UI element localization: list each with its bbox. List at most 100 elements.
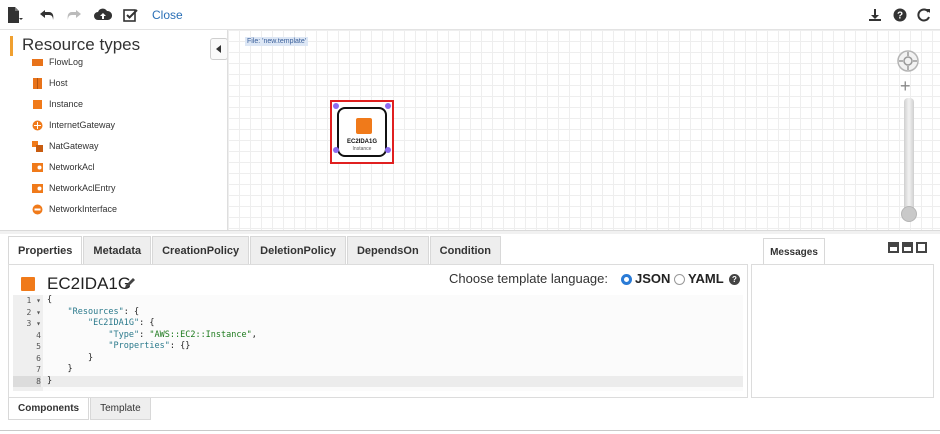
- resource-item-flowlog[interactable]: FlowLog: [32, 54, 83, 70]
- code-line: {: [47, 295, 53, 305]
- resource-item-label: NatGateway: [49, 141, 99, 151]
- line-number: 6: [36, 353, 41, 363]
- resource-item-label: Host: [49, 78, 68, 88]
- tab-components[interactable]: Components: [8, 398, 90, 420]
- layout-switcher: [888, 242, 927, 253]
- zoom-slider-track[interactable]: [904, 98, 914, 216]
- resize-handle-bottom-left[interactable]: [333, 147, 339, 153]
- nat-gateway-icon: [32, 140, 43, 152]
- tab-creationpolicy[interactable]: CreationPolicy: [152, 236, 250, 264]
- close-link[interactable]: Close: [152, 8, 183, 22]
- line-number: 7: [36, 365, 41, 374]
- resource-item-internetgateway[interactable]: InternetGateway: [32, 117, 115, 133]
- current-line-highlight: [43, 375, 743, 387]
- pan-control-icon[interactable]: [896, 49, 920, 73]
- messages-panel: [751, 264, 934, 398]
- resource-item-label: InternetGateway: [49, 120, 116, 130]
- line-number: 3 ▾: [26, 319, 41, 328]
- refresh-icon[interactable]: [914, 5, 934, 25]
- design-canvas[interactable]: File: 'new.template' EC2IDA1G Instance +: [228, 30, 940, 230]
- line-number: 5: [36, 342, 41, 351]
- yaml-radio-label[interactable]: YAML: [688, 271, 724, 286]
- code-editor[interactable]: 1 ▾ 2 ▾ 3 ▾ 4 5 6 7 8 { "Resources": { "…: [13, 295, 743, 391]
- resize-handle-top-right[interactable]: [385, 103, 391, 109]
- download-icon[interactable]: [865, 5, 885, 25]
- network-acl-icon: [32, 162, 43, 172]
- node-body: EC2IDA1G Instance: [337, 107, 387, 157]
- code-line: }: [67, 364, 73, 374]
- line-number: 2 ▾: [26, 307, 41, 317]
- ec2-instance-node[interactable]: EC2IDA1G Instance: [330, 100, 394, 164]
- resource-item-label: FlowLog: [49, 57, 84, 67]
- title-accent-bar: [10, 36, 13, 56]
- toolbar: Close ?: [0, 0, 940, 30]
- tab-properties[interactable]: Properties: [8, 236, 83, 264]
- node-type: Instance: [352, 146, 372, 152]
- panel-splitter[interactable]: [0, 230, 940, 234]
- cloud-upload-icon[interactable]: [93, 5, 113, 25]
- tab-template[interactable]: Template: [90, 398, 151, 420]
- tab-condition[interactable]: Condition: [429, 236, 501, 264]
- zoom-slider-knob[interactable]: [901, 206, 917, 222]
- layout-full-icon[interactable]: [916, 242, 927, 253]
- resource-item-label: NetworkInterface: [49, 204, 118, 214]
- instance-icon: [33, 99, 42, 109]
- code-line: }: [87, 352, 94, 363]
- undo-icon[interactable]: [37, 5, 57, 25]
- line-number: 1 ▾: [26, 296, 41, 305]
- properties-panel: EC2IDA1G Choose template language: JSON …: [8, 264, 748, 398]
- resource-item-instance[interactable]: Instance: [32, 96, 83, 112]
- yaml-radio[interactable]: [674, 274, 685, 285]
- resource-name: EC2IDA1G: [47, 274, 132, 293]
- network-interface-icon: [32, 204, 43, 214]
- instance-icon: [21, 277, 35, 291]
- resource-item-label: NetworkAcl: [49, 162, 95, 172]
- redo-icon[interactable]: [64, 5, 84, 25]
- flowlog-icon: [32, 58, 43, 66]
- layout-split-icon[interactable]: [902, 242, 913, 253]
- resize-handle-top-left[interactable]: [333, 103, 339, 109]
- resource-item-label: Instance: [49, 99, 84, 109]
- help-icon[interactable]: ?: [729, 274, 740, 285]
- resource-types-panel: Resource types FlowLog Host Instance Int…: [0, 30, 228, 230]
- node-name: EC2IDA1G: [346, 139, 377, 145]
- bottom-divider: [0, 430, 940, 431]
- zoom-in-icon[interactable]: +: [900, 77, 911, 95]
- resource-item-natgateway[interactable]: NatGateway: [32, 138, 99, 154]
- code-line: "Resources": {: [67, 306, 140, 317]
- validate-icon[interactable]: [120, 5, 140, 25]
- host-icon: [33, 77, 42, 89]
- network-acl-entry-icon: [32, 183, 43, 193]
- chevron-left-icon: [216, 45, 221, 53]
- tab-dependson[interactable]: DependsOn: [346, 236, 429, 264]
- resource-types-title: Resource types: [22, 35, 141, 54]
- resource-item-label: NetworkAclEntry: [49, 183, 116, 193]
- resource-item-networkaclentry[interactable]: NetworkAclEntry: [32, 180, 116, 196]
- internet-gateway-icon: [32, 120, 43, 130]
- template-language-label: Choose template language:: [449, 271, 609, 286]
- resource-item-networkacl[interactable]: NetworkAcl: [32, 159, 95, 175]
- json-radio-label[interactable]: JSON: [635, 271, 670, 286]
- tab-metadata[interactable]: Metadata: [83, 236, 152, 264]
- properties-tabs: Properties Metadata CreationPolicy Delet…: [8, 236, 502, 264]
- code-line: "Type": "AWS::EC2::Instance",: [108, 329, 257, 340]
- bottom-tabs: Components Template: [8, 398, 152, 420]
- help-icon[interactable]: ?: [890, 5, 910, 25]
- new-file-icon[interactable]: [4, 5, 24, 25]
- line-number: 8: [13, 375, 41, 387]
- code-line: "EC2IDA1G": {: [87, 318, 155, 328]
- tab-messages[interactable]: Messages: [763, 238, 825, 265]
- resource-item-networkinterface[interactable]: NetworkInterface: [32, 201, 117, 217]
- layout-bottom-icon[interactable]: [888, 242, 899, 253]
- json-radio[interactable]: [621, 274, 632, 285]
- resize-handle-bottom-right[interactable]: [385, 147, 391, 153]
- collapse-panel-button[interactable]: [210, 38, 227, 60]
- line-number: 4: [36, 330, 41, 340]
- resource-item-host[interactable]: Host: [32, 75, 68, 91]
- code-line: "Properties": {}: [108, 341, 191, 351]
- svg-text:?: ?: [897, 11, 903, 22]
- edit-pencil-icon[interactable]: [123, 276, 137, 290]
- tab-deletionpolicy[interactable]: DeletionPolicy: [250, 236, 346, 264]
- file-name-label: File: 'new.template': [245, 37, 309, 46]
- line-gutter: 1 ▾ 2 ▾ 3 ▾ 4 5 6 7 8: [13, 295, 43, 391]
